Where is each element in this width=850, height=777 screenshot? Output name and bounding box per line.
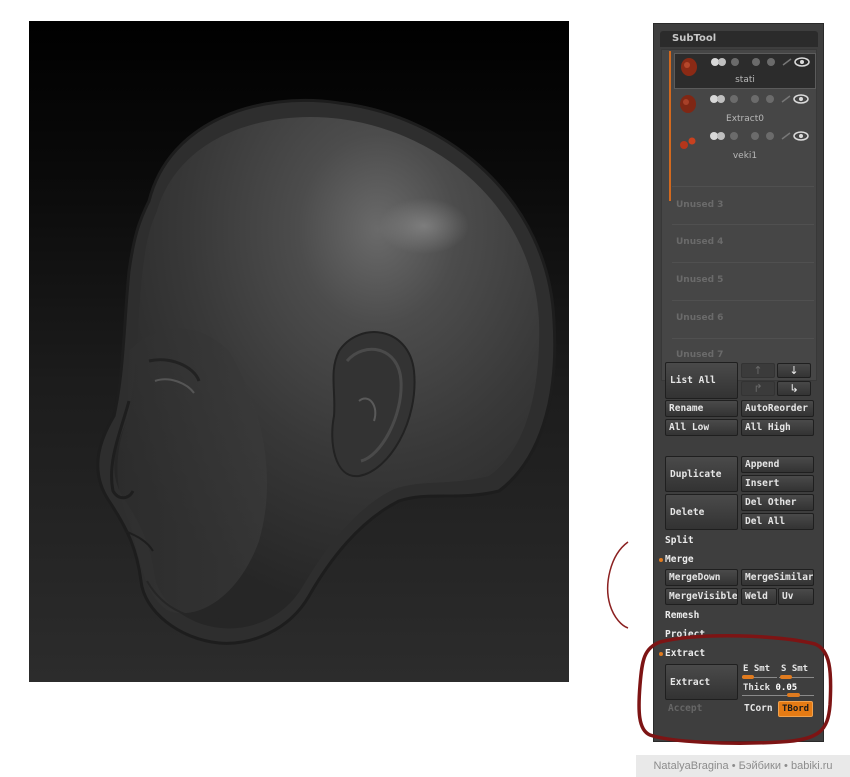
subtool-item-veki1[interactable]: veki1 [674,128,816,164]
append-button[interactable]: Append [741,456,814,473]
list-scrollbar[interactable] [669,51,671,201]
subtool-toggle-icons[interactable] [710,94,810,104]
subtool-toggle-icons[interactable] [711,57,811,67]
arrow-turn-up-icon[interactable]: ↱ [741,381,775,396]
subtool-name: Extract0 [726,114,764,124]
unused-slot[interactable]: Unused 7 [676,350,723,360]
head-thumbnail-icon [680,95,696,113]
subtool-name: stati [735,75,755,85]
auto-reorder-button[interactable]: AutoReorder [741,400,814,417]
list-divider [672,338,814,339]
subtool-item-stati[interactable]: stati [674,53,816,89]
watermark: NatalyaBragina • Бэйбики • babiki.ru [636,755,850,777]
unused-slot[interactable]: Unused 3 [676,200,723,210]
del-all-button[interactable]: Del All [741,513,814,530]
arrow-up-icon[interactable]: ↑ [741,363,775,378]
eyes-thumbnail-icon [680,137,696,149]
uv-button[interactable]: Uv [778,588,814,605]
unused-slot[interactable]: Unused 6 [676,313,723,323]
viewport-canvas[interactable] [29,21,569,682]
merge-section[interactable]: Merge [665,554,694,565]
all-high-button[interactable]: All High [741,419,814,436]
merge-visible-button[interactable]: MergeVisible [665,588,738,605]
annotation-ellipse [637,634,833,745]
delete-button[interactable]: Delete [665,494,738,530]
unused-slot[interactable]: Unused 5 [676,275,723,285]
red-circle-fragment [607,541,629,629]
del-other-button[interactable]: Del Other [741,494,814,511]
subtool-item-extract0[interactable]: Extract0 [674,91,816,127]
duplicate-button[interactable]: Duplicate [665,456,738,492]
list-divider [672,262,814,263]
subtool-list[interactable]: stati Extract0 veki1 Unused 3 Unused 4 U… [661,49,817,381]
merge-similar-button[interactable]: MergeSimilar [741,569,814,586]
unused-slot[interactable]: Unused 4 [676,237,723,247]
insert-button[interactable]: Insert [741,475,814,492]
all-low-button[interactable]: All Low [665,419,738,436]
head-sculpt [96,99,557,645]
subtool-toggle-icons[interactable] [710,131,810,141]
split-section[interactable]: Split [665,535,694,546]
arrow-down-icon[interactable]: ↓ [777,363,811,378]
list-divider [672,224,814,225]
remesh-section[interactable]: Remesh [665,610,699,621]
subtool-name: veki1 [732,151,758,161]
panel-title[interactable]: SubTool [660,31,818,47]
weld-button[interactable]: Weld [741,588,777,605]
list-divider [672,186,814,187]
arrow-turn-down-icon[interactable]: ↳ [777,381,811,396]
list-divider [672,300,814,301]
section-bullet [659,558,663,562]
rename-button[interactable]: Rename [665,400,738,417]
merge-down-button[interactable]: MergeDown [665,569,738,586]
list-all-button[interactable]: List All [665,362,738,399]
